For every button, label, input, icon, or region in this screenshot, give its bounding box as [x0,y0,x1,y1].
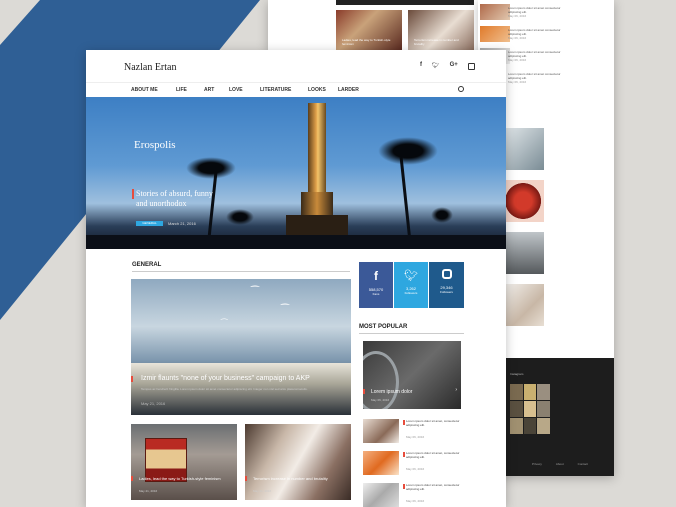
social-instagram-box[interactable]: 29,346 Followers [429,262,464,308]
back-right-item-1[interactable]: Lorem ipsum dolor sit amet consectetur a… [508,6,572,28]
section-rule-popular [359,333,464,334]
front-page: Nazlan Ertan f 🐦︎ G+ ABOUT ME LIFE ART L… [86,50,506,507]
header-social: f 🐦︎ G+ [420,62,475,70]
popular-top-date: May 06, 2016 [371,398,390,402]
back-footer-heading: Instagram [510,372,524,376]
back-right-item-2[interactable]: Lorem ipsum dolor sit amet consectetur a… [508,28,572,50]
seagull-icon: ⁀ [251,287,260,298]
popular-item-2-title: Lorem ipsum dolor sit amet, consectetur … [406,451,460,459]
instagram-label: Followers [440,290,453,294]
facebook-label: Fans [372,292,380,296]
back-right-item-3[interactable]: Lorem ipsum dolor sit amet consectetur a… [508,50,572,72]
section-rule-general [132,271,350,272]
footer-link-privacy[interactable]: Privacy [532,462,542,466]
popular-item-2-thumb [363,451,399,475]
search-icon[interactable] [458,86,464,92]
nav-item-art[interactable]: ART [204,87,214,93]
feature-article[interactable]: ⁀ ⁀ ⁀ Izmir flaunts "none of your busine… [131,279,351,415]
hero-caption[interactable]: Stories of absurd, funny and unorthodox [136,189,226,209]
background-white-shape [0,0,40,45]
back-page-top: Ladies, lead the way to Turkish-style fe… [268,0,483,52]
popular-top-article[interactable]: Lorem ipsum dolor May 06, 2016 › [363,341,461,409]
popular-item-3-date: May 06, 2016 [406,499,425,503]
back-right-item-4[interactable]: Lorem ipsum dolor sit amet consectetur a… [508,72,572,94]
twitter-icon: 🐦︎ [404,270,418,282]
card-terrorism[interactable]: Terrorism increase in number and brutali… [245,424,351,500]
feature-title[interactable]: Izmir flaunts "none of your business" ca… [141,375,341,382]
nav-item-love[interactable]: LOVE [229,87,243,93]
back-right-pic-2[interactable] [506,180,544,222]
popular-item-1[interactable]: Lorem ipsum dolor sit amet, consectetur … [363,419,463,445]
card-ladies-date: May 21, 2016 [139,489,158,493]
card-terrorism-title: Terrorism increase in number and brutali… [253,476,328,481]
palm-tree-right [399,157,412,241]
twitter-icon[interactable]: 🐦︎ [432,62,440,70]
card-ladies-title: Ladies, lead the way to Turkish-style fe… [139,476,221,481]
popular-top-title: Lorem ipsum dolor [371,389,413,395]
feature-date: May 21, 2016 [141,401,166,406]
back-right-pic-1[interactable] [506,128,544,170]
social-twitter-box[interactable]: 🐦︎ 3,262 Followers [394,262,428,308]
section-heading-popular: MOST POPULAR [359,324,408,330]
facebook-icon: f [374,269,378,283]
footer-link-contact[interactable]: Contact [578,462,588,466]
feature-excerpt: Tempus ac hendrerit fringilla. Lorem ips… [141,387,308,391]
popular-item-2-date: May 06, 2016 [406,467,425,471]
back-right-pic-4[interactable] [506,284,544,326]
nav-item-literature[interactable]: LITERATURE [260,87,291,93]
back-right-thumb-2[interactable] [480,26,510,42]
card-terrorism-date: May 21, 2016 [253,489,272,493]
popular-item-2[interactable]: Lorem ipsum dolor sit amet, consectetur … [363,451,463,477]
section-heading-general: GENERAL [132,262,162,268]
main-nav: ABOUT ME LIFE ART LOVE LITERATURE LOOKS … [86,82,506,97]
back-footer-links: Privacy About Contact [506,462,614,466]
twitter-label: Followers [404,291,418,295]
back-thumb-2[interactable]: Terrorism increase in number and brutali… [408,10,474,50]
hero-caption-accent [132,189,134,199]
hero-tag[interactable]: GENERAL [136,221,163,226]
popular-item-1-thumb [363,419,399,443]
facebook-icon[interactable]: f [420,62,422,70]
popular-item-1-title: Lorem ipsum dolor sit amet, consectetur … [406,419,460,427]
nav-item-about-me[interactable]: ABOUT ME [131,87,158,93]
nav-item-looks[interactable]: LOOKS [308,87,326,93]
hero-title: Erospolis [134,139,176,151]
back-dark-strip [336,0,474,5]
popular-item-1-date: May 06, 2016 [406,435,425,439]
instagram-icon[interactable] [467,63,475,70]
google-plus-icon[interactable]: G+ [450,62,458,70]
nav-item-larder[interactable]: LARDER [338,87,359,93]
nav-item-life[interactable]: LIFE [176,87,187,93]
back-right-pic-3[interactable] [506,232,544,274]
instagram-icon [441,269,452,279]
footer-link-about[interactable]: About [556,462,564,466]
popular-item-3-title: Lorem ipsum dolor sit amet, consectetur … [406,483,460,491]
chevron-right-icon[interactable]: › [455,387,457,393]
back-thumb-1[interactable]: Ladies, lead the way to Turkish-style fe… [336,10,402,50]
card-ladies[interactable]: Ladies, lead the way to Turkish-style fe… [131,424,237,500]
seagull-icon: ⁀ [281,305,290,316]
hero-banner[interactable]: Erospolis Stories of absurd, funny and u… [86,97,506,249]
hero-date: March 21, 2016 [168,221,196,226]
back-footer: Instagram Privacy About Contact [506,358,614,476]
instagram-grid [510,384,550,434]
social-facebook-box[interactable]: f 558,570 Fans [359,262,393,308]
popular-item-3-thumb [363,483,399,507]
site-title[interactable]: Nazlan Ertan [124,62,176,73]
seagull-icon: ⁀ [221,319,228,328]
popular-item-3[interactable]: Lorem ipsum dolor sit amet, consectetur … [363,483,463,507]
back-right-thumb-1[interactable] [480,4,510,20]
